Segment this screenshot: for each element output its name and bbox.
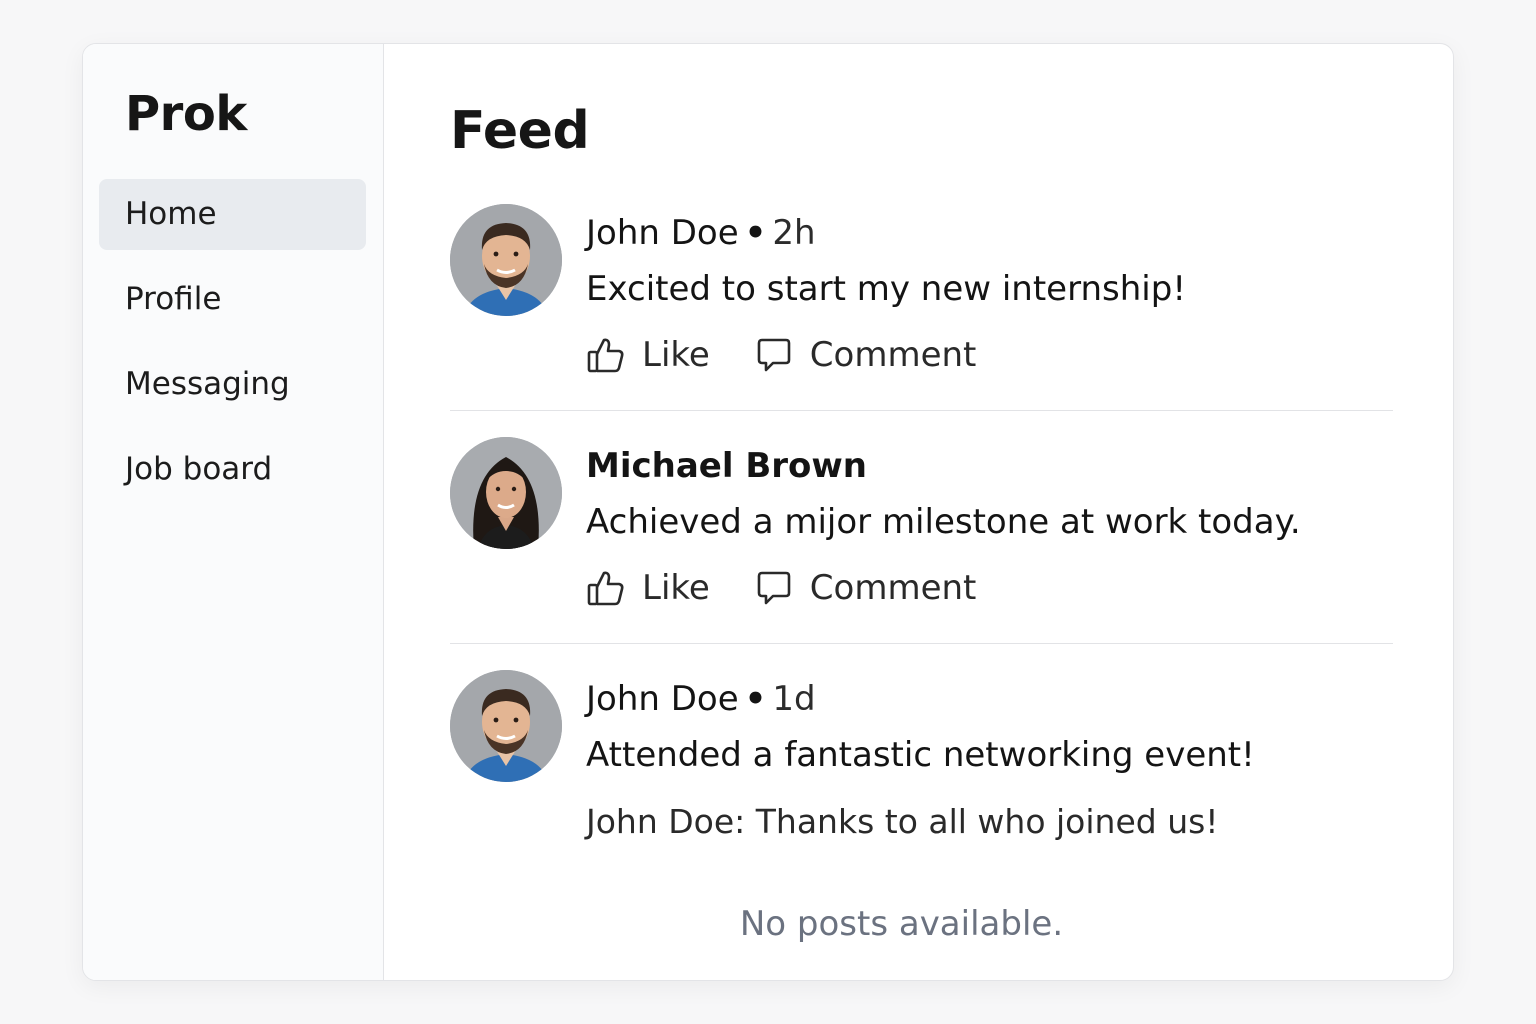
avatar[interactable] <box>450 437 562 549</box>
comment-bubble-icon <box>757 571 791 605</box>
post-timestamp: 2h <box>772 213 816 253</box>
feed-post: Michael Brown Achieved a mijor milestone… <box>450 437 1393 644</box>
post-text: Excited to start my new internship! <box>586 269 1186 309</box>
post-author[interactable]: John Doe <box>586 213 739 253</box>
empty-state-message: No posts available. <box>739 904 1064 944</box>
post-author[interactable]: Michael Brown <box>586 446 867 486</box>
separator-dot: • <box>744 679 767 719</box>
separator-dot: • <box>744 213 767 253</box>
sidebar-item-messaging[interactable]: Messaging <box>99 349 366 420</box>
avatar[interactable] <box>450 204 562 316</box>
avatar[interactable] <box>450 670 562 782</box>
post-actions: Like Comment <box>586 318 1393 392</box>
post-actions: Like Comment <box>586 551 1393 625</box>
comment-label: Comment <box>809 335 977 375</box>
comment-button[interactable]: Comment <box>754 335 977 375</box>
page-title: Feed <box>450 101 590 161</box>
post-text: Achieved a mijor milestone at work today… <box>586 502 1301 542</box>
like-label: Like <box>642 568 710 608</box>
sidebar-item-home[interactable]: Home <box>99 179 366 250</box>
sidebar: Prok Home Profile Messaging Job board <box>83 44 384 980</box>
thumbs-up-icon <box>587 338 624 373</box>
like-button[interactable]: Like <box>586 568 710 608</box>
like-label: Like <box>642 335 710 375</box>
brand-logo: Prok <box>125 86 247 142</box>
post-author[interactable]: John Doe <box>586 679 739 719</box>
comment-label: Comment <box>809 568 977 608</box>
feed-post: John Doe • 2h Excited to start my new inte… <box>450 204 1393 411</box>
feed-panel: Feed John Doe • 2h Excited to start my n… <box>384 44 1453 980</box>
thumbs-up-icon <box>587 571 624 606</box>
sidebar-item-profile[interactable]: Profile <box>99 264 366 335</box>
app-window: Prok Home Profile Messaging Job board Fe… <box>82 43 1454 981</box>
like-button[interactable]: Like <box>586 335 710 375</box>
comment-bubble-icon <box>757 338 791 372</box>
post-timestamp: 1d <box>772 679 816 719</box>
post-comment: John Doe: Thanks to all who joined us! <box>586 802 1219 841</box>
feed-post: John Doe • 1d Attended a fantastic network… <box>450 670 1393 868</box>
post-text: Attended a fantastic networking event! <box>586 735 1255 775</box>
comment-button[interactable]: Comment <box>754 568 977 608</box>
sidebar-item-job-board[interactable]: Job board <box>99 434 366 505</box>
